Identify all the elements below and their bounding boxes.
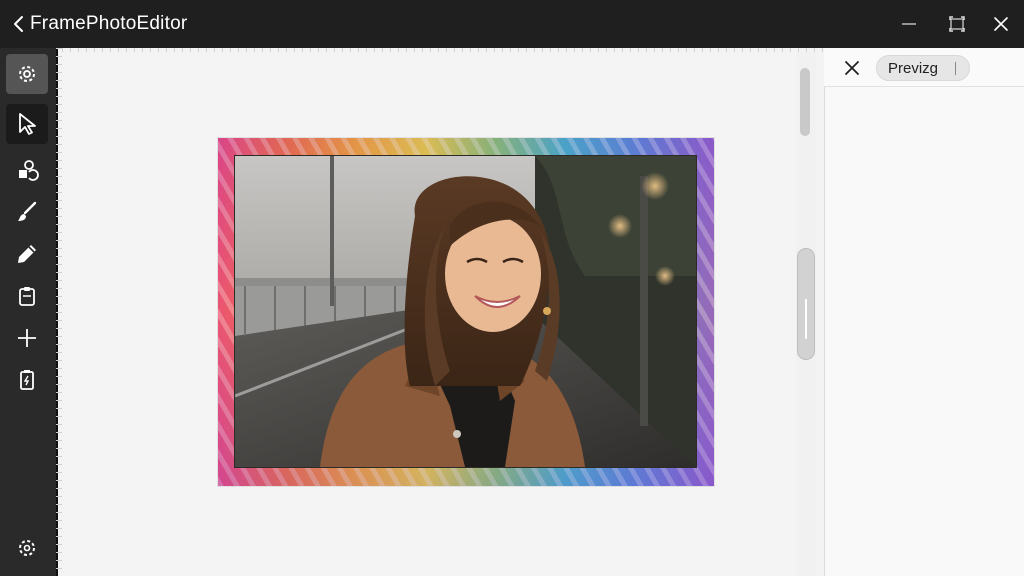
chevron-left-icon: [14, 16, 23, 32]
select-arrow-icon: [19, 113, 36, 135]
settings-gear-icon: [19, 540, 35, 556]
preview-divider: [955, 62, 956, 75]
maximize-button[interactable]: [944, 12, 970, 36]
close-window-button[interactable]: [988, 12, 1014, 36]
plus-icon: [18, 329, 36, 347]
portrait-photo[interactable]: [234, 155, 697, 468]
close-panel-button[interactable]: [838, 56, 866, 80]
scrollbar-thumb-top[interactable]: [800, 68, 810, 136]
close-icon: [845, 61, 859, 75]
minimize-button[interactable]: [896, 12, 922, 36]
settings-tool-button[interactable]: [6, 54, 48, 94]
select-tool-button[interactable]: [6, 104, 48, 144]
brush-tool-button[interactable]: [6, 192, 48, 232]
title-bar: FramePhotoEditor: [0, 0, 1024, 48]
battery-document-icon: [20, 370, 34, 390]
app-title: FramePhotoEditor: [30, 13, 188, 34]
clipboard-tool-button[interactable]: [6, 276, 48, 316]
minimize-icon: [902, 23, 916, 25]
brush-icon: [18, 201, 37, 221]
close-icon: [994, 17, 1008, 31]
shapes-tool-button[interactable]: [6, 150, 48, 190]
scrollbar-thumb-handle[interactable]: [797, 248, 815, 360]
shapes-icon: [19, 160, 39, 181]
back-button[interactable]: [8, 12, 30, 36]
tool-sidebar: [0, 48, 58, 576]
portrait-image: [235, 156, 696, 467]
settings-gear-icon: [19, 66, 35, 82]
pencil-tool-button[interactable]: [6, 234, 48, 274]
preview-toggle[interactable]: Previzg: [876, 55, 970, 81]
add-tool-button[interactable]: [6, 318, 48, 358]
pencil-icon: [18, 245, 36, 263]
clipboard-icon: [19, 287, 35, 306]
preview-label: Previzg: [888, 60, 939, 77]
maximize-icon: [949, 16, 965, 32]
preview-panel: [824, 48, 1024, 576]
bottom-settings-button[interactable]: [6, 528, 48, 568]
document-tool-button[interactable]: [6, 360, 48, 400]
